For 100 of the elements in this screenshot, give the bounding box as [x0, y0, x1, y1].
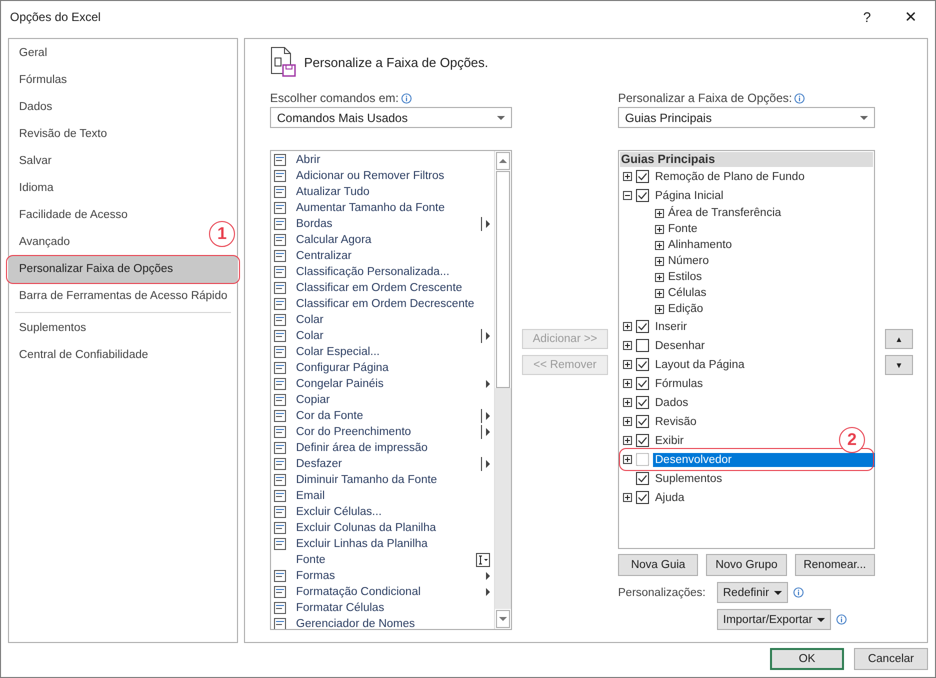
command-item[interactable]: Formas: [271, 568, 494, 584]
expand-icon[interactable]: [655, 304, 664, 314]
tree-item[interactable]: Ajuda: [653, 490, 686, 504]
tree-item[interactable]: Remoção de Plano de Fundo: [653, 170, 807, 184]
checkbox[interactable]: [636, 170, 649, 183]
expand-icon[interactable]: [623, 493, 632, 502]
expand-icon[interactable]: [655, 272, 664, 282]
scrollbar[interactable]: [494, 151, 511, 629]
command-item[interactable]: Cor do Preenchimento: [271, 424, 494, 440]
command-item[interactable]: Classificar em Ordem Crescente: [271, 280, 494, 296]
command-item[interactable]: Excluir Células...: [271, 504, 494, 520]
tree-item[interactable]: Inserir: [653, 320, 689, 334]
sidebar-item[interactable]: Geral: [8, 40, 58, 67]
command-item[interactable]: Excluir Colunas da Planilha: [271, 520, 494, 536]
sidebar-item[interactable]: Barra de Ferramentas de Acesso Rápido: [8, 283, 238, 310]
sidebar-item[interactable]: Idioma: [8, 175, 65, 202]
checkbox[interactable]: [636, 453, 649, 466]
tree-item[interactable]: Número: [668, 255, 709, 267]
sidebar-item[interactable]: Facilidade de Acesso: [8, 202, 139, 229]
expand-icon[interactable]: [655, 240, 664, 250]
sidebar-item[interactable]: Personalizar Faixa de Opções: [8, 256, 238, 283]
command-item[interactable]: Adicionar ou Remover Filtros: [271, 168, 494, 184]
command-item[interactable]: Formatar Células: [271, 600, 494, 616]
sidebar-item[interactable]: Suplementos: [8, 315, 98, 342]
expand-icon[interactable]: [623, 455, 632, 464]
expand-icon[interactable]: [623, 341, 632, 350]
command-item[interactable]: Classificação Personalizada...: [271, 264, 494, 280]
sidebar-item[interactable]: Central de Confiabilidade: [8, 342, 160, 369]
command-item[interactable]: Gerenciador de Nomes: [271, 616, 494, 629]
checkbox[interactable]: [636, 320, 649, 333]
tree-item[interactable]: Estilos: [668, 271, 702, 283]
command-item[interactable]: Formatação Condicional: [271, 584, 494, 600]
command-item[interactable]: Abrir: [271, 152, 494, 168]
tree-item[interactable]: Desenhar: [653, 338, 707, 352]
checkbox[interactable]: [636, 358, 649, 371]
expand-icon[interactable]: [623, 417, 632, 426]
checkbox[interactable]: [636, 189, 649, 202]
tree-item[interactable]: Suplementos: [653, 472, 724, 486]
command-item[interactable]: Desfazer: [271, 456, 494, 472]
tree-item[interactable]: Dados: [653, 396, 690, 410]
command-item[interactable]: Fonte: [271, 552, 494, 568]
expand-icon[interactable]: [623, 172, 632, 181]
reset-button[interactable]: Redefinir: [717, 582, 788, 603]
sidebar-item[interactable]: Avançado: [8, 229, 81, 256]
command-item[interactable]: Copiar: [271, 392, 494, 408]
tree-item[interactable]: Revisão: [653, 414, 699, 428]
expand-icon[interactable]: [623, 379, 632, 388]
command-item[interactable]: Calcular Agora: [271, 232, 494, 248]
command-item[interactable]: Cor da Fonte: [271, 408, 494, 424]
action-button[interactable]: Novo Grupo: [706, 554, 787, 576]
sidebar-item[interactable]: Salvar: [8, 148, 63, 175]
expand-icon[interactable]: [623, 360, 632, 369]
expand-icon[interactable]: [623, 322, 632, 331]
expand-icon[interactable]: [655, 288, 664, 298]
tree-item[interactable]: Área de Transferência: [668, 207, 782, 219]
move-down-button[interactable]: ▼: [885, 355, 913, 375]
command-item[interactable]: Excluir Linhas da Planilha: [271, 536, 494, 552]
help-button[interactable]: ?: [845, 2, 889, 32]
dropdown[interactable]: Guias Principais: [618, 107, 875, 128]
expand-icon[interactable]: [623, 398, 632, 407]
command-item[interactable]: Diminuir Tamanho da Fonte: [271, 472, 494, 488]
command-item[interactable]: Classificar em Ordem Decrescente: [271, 296, 494, 312]
command-item[interactable]: Colar Especial...: [271, 344, 494, 360]
checkbox[interactable]: [636, 415, 649, 428]
tree-item[interactable]: Células: [668, 287, 706, 299]
tree-item[interactable]: Fonte: [668, 223, 698, 235]
collapse-icon[interactable]: [623, 191, 632, 200]
command-item[interactable]: Centralizar: [271, 248, 494, 264]
checkbox[interactable]: [636, 491, 649, 504]
sidebar-item[interactable]: Dados: [8, 94, 64, 121]
action-button[interactable]: Nova Guia: [618, 554, 698, 576]
command-item[interactable]: Configurar Página: [271, 360, 494, 376]
command-item[interactable]: Colar: [271, 312, 494, 328]
checkbox[interactable]: [636, 377, 649, 390]
sidebar-item[interactable]: Revisão de Texto: [8, 121, 118, 148]
command-item[interactable]: Atualizar Tudo: [271, 184, 494, 200]
command-item[interactable]: Bordas: [271, 216, 494, 232]
checkbox[interactable]: [636, 434, 649, 447]
action-button[interactable]: Renomear...: [794, 554, 875, 576]
ok-button[interactable]: OK: [770, 648, 844, 670]
move-up-button[interactable]: ▲: [885, 329, 913, 349]
command-item[interactable]: Congelar Painéis: [271, 376, 494, 392]
command-item[interactable]: Definir área de impressão: [271, 440, 494, 456]
tree-item[interactable]: Fórmulas: [653, 376, 705, 390]
checkbox[interactable]: [636, 472, 649, 485]
expand-icon[interactable]: [655, 224, 664, 234]
checkbox[interactable]: [636, 339, 649, 352]
sidebar-item[interactable]: Fórmulas: [8, 67, 78, 94]
close-button[interactable]: ✕: [889, 2, 933, 32]
cancel-button[interactable]: Cancelar: [854, 648, 928, 670]
tree-item[interactable]: Exibir: [653, 434, 686, 448]
command-item[interactable]: Colar: [271, 328, 494, 344]
tree-item[interactable]: Desenvolvedor: [653, 452, 875, 466]
command-item[interactable]: Aumentar Tamanho da Fonte: [271, 200, 494, 216]
command-item[interactable]: Email: [271, 488, 494, 504]
import-export-button[interactable]: Importar/Exportar: [717, 609, 832, 630]
tree-item[interactable]: Layout da Página: [653, 358, 747, 372]
expand-icon[interactable]: [655, 256, 664, 266]
tree-item[interactable]: Edição: [668, 303, 704, 315]
expand-icon[interactable]: [623, 436, 632, 445]
